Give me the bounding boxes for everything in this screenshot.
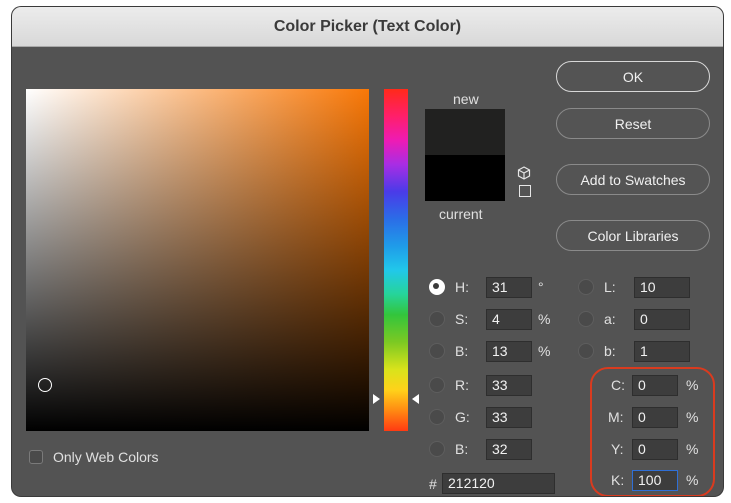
hue-unit: ° [538,279,544,295]
hue-slider-right-handle[interactable] [412,394,419,404]
green-label: G: [455,409,470,425]
red-input[interactable]: 33 [486,375,532,396]
hue-input[interactable]: 31 [486,277,532,298]
saturation-input[interactable]: 4 [486,309,532,330]
brightness-input[interactable]: 13 [486,341,532,362]
reset-button[interactable]: Reset [556,108,710,139]
color-picker-dialog: Color Picker (Text Color) new current OK… [12,7,723,496]
color-libraries-button[interactable]: Color Libraries [556,220,710,251]
color-field-cursor[interactable] [38,378,52,392]
hue-label: H: [455,279,469,295]
ok-button[interactable]: OK [556,61,710,92]
current-color-swatch[interactable] [425,155,505,201]
title-bar: Color Picker (Text Color) [12,7,723,47]
lab-l-label: L: [604,279,616,295]
radio-red[interactable] [429,377,445,393]
blue-label: B: [455,441,469,457]
lab-b-label: b: [604,343,616,359]
color-field-gradient[interactable] [26,89,369,431]
radio-lab-l[interactable] [578,279,594,295]
hex-input[interactable]: 212120 [442,473,555,494]
current-color-label: current [439,206,483,222]
green-input[interactable]: 33 [486,407,532,428]
radio-lab-b[interactable] [578,343,594,359]
saturation-unit: % [538,311,551,327]
lab-a-label: a: [604,311,616,327]
lab-a-input[interactable]: 0 [634,309,690,330]
blue-input[interactable]: 32 [486,439,532,460]
web-safe-color-square-icon[interactable] [519,185,531,197]
new-color-swatch [425,109,505,155]
hue-slider[interactable] [384,89,408,431]
cmyk-highlight-annotation [590,367,715,496]
radio-saturation[interactable] [429,311,445,327]
new-color-label: new [453,91,479,107]
red-label: R: [455,377,469,393]
saturation-label: S: [455,311,469,327]
brightness-label: B: [455,343,469,359]
only-web-colors-label[interactable]: Only Web Colors [53,449,159,465]
only-web-colors-checkbox[interactable] [29,450,43,464]
saturation-brightness-field[interactable] [26,89,369,431]
hue-slider-left-handle[interactable] [373,394,380,404]
radio-blue[interactable] [429,441,445,457]
radio-hue[interactable] [429,279,445,295]
dialog-title: Color Picker (Text Color) [273,17,462,35]
lab-b-input[interactable]: 1 [634,341,690,362]
out-of-gamut-cube-icon[interactable] [517,166,531,180]
lab-l-input[interactable]: 10 [634,277,690,298]
radio-lab-a[interactable] [578,311,594,327]
radio-brightness[interactable] [429,343,445,359]
radio-green[interactable] [429,409,445,425]
brightness-unit: % [538,343,551,359]
add-to-swatches-button[interactable]: Add to Swatches [556,164,710,195]
hex-label: # [429,476,437,492]
